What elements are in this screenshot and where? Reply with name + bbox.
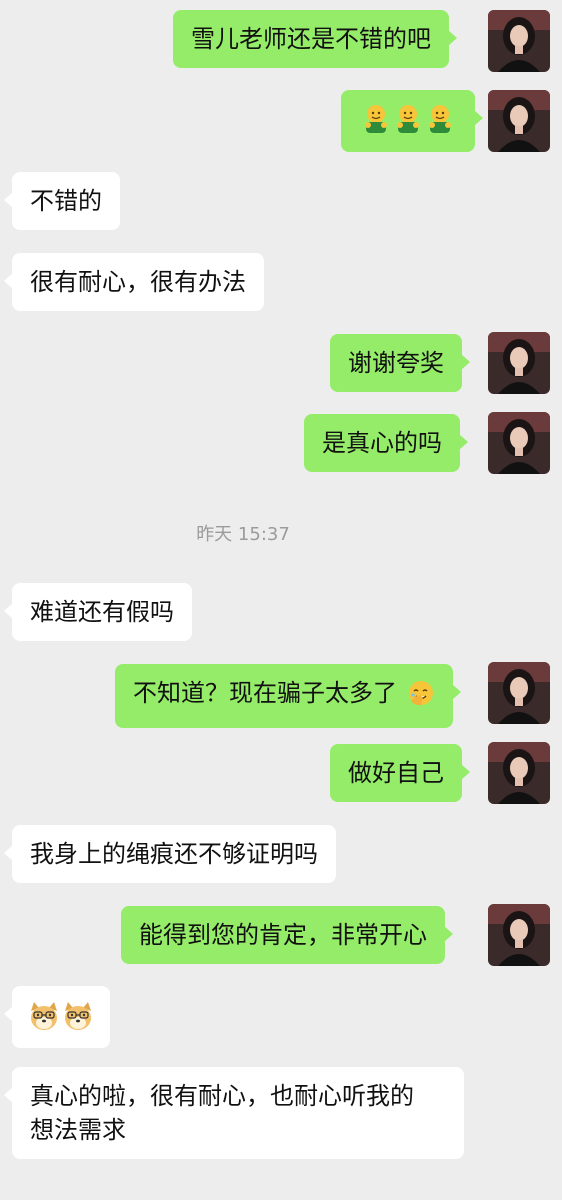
facepalm-emoji — [407, 679, 435, 716]
chat-window: 雪儿老师还是不错的吧 不错的 很有耐心，很有办法 谢谢夸奖 是真心的吗 昨天 1… — [0, 0, 562, 1200]
message-text: 不错的 — [30, 187, 102, 215]
avatar[interactable] — [488, 412, 550, 474]
message-text: 雪儿老师还是不错的吧 — [191, 25, 431, 53]
avatar-photo — [488, 90, 550, 152]
avatar-photo — [488, 904, 550, 966]
message-bubble-sent[interactable]: 能得到您的肯定，非常开心 — [121, 906, 453, 964]
message-bubble-sent[interactable]: 不知道？现在骗子太多了 — [115, 664, 461, 728]
message-bubble-received[interactable]: 我身上的绳痕还不够证明吗 — [4, 825, 336, 883]
avatar-photo — [488, 332, 550, 394]
doge-emoji — [65, 1002, 91, 1030]
message-bubble-sent[interactable]: 雪儿老师还是不错的吧 — [173, 10, 457, 68]
message-bubble-received[interactable]: 真心的啦，很有耐心，也耐心听我的 想法需求 — [4, 1067, 464, 1159]
message-bubble-received[interactable] — [4, 986, 110, 1048]
message-text: 做好自己 — [348, 759, 444, 787]
doge-emoji — [31, 1002, 57, 1030]
message-text-line: 想法需求 — [30, 1116, 126, 1144]
message-text: 难道还有假吗 — [30, 598, 174, 626]
avatar[interactable] — [488, 90, 550, 152]
message-bubble-sent[interactable]: 做好自己 — [330, 744, 470, 802]
message-text: 很有耐心，很有办法 — [30, 268, 246, 296]
avatar[interactable] — [488, 10, 550, 72]
avatar[interactable] — [488, 904, 550, 966]
message-bubble-received[interactable]: 不错的 — [4, 172, 120, 230]
hug-emoji — [397, 105, 419, 133]
avatar[interactable] — [488, 332, 550, 394]
hug-emoji — [429, 105, 451, 133]
message-bubble-sent[interactable]: 是真心的吗 — [304, 414, 468, 472]
avatar[interactable] — [488, 662, 550, 724]
message-text: 是真心的吗 — [322, 429, 442, 457]
message-bubble-received[interactable]: 很有耐心，很有办法 — [4, 253, 264, 311]
doge-emoji-group — [28, 1001, 94, 1031]
message-bubble-sent[interactable]: 谢谢夸奖 — [330, 334, 470, 392]
avatar-photo — [488, 742, 550, 804]
avatar-photo — [488, 662, 550, 724]
avatar-photo — [488, 412, 550, 474]
message-text: 谢谢夸奖 — [348, 349, 444, 377]
hug-emoji — [365, 105, 387, 133]
message-bubble-received[interactable]: 难道还有假吗 — [4, 583, 192, 641]
avatar-photo — [488, 10, 550, 72]
message-text: 不知道？现在骗子太多了 — [133, 679, 397, 707]
message-text-line: 真心的啦，很有耐心，也耐心听我的 — [30, 1082, 414, 1110]
message-bubble-sent[interactable] — [341, 90, 483, 152]
hug-emoji-group — [363, 104, 453, 134]
message-text: 我身上的绳痕还不够证明吗 — [30, 840, 318, 868]
avatar[interactable] — [488, 742, 550, 804]
timestamp: 昨天 15:37 — [196, 524, 290, 545]
message-text: 能得到您的肯定，非常开心 — [139, 921, 427, 949]
